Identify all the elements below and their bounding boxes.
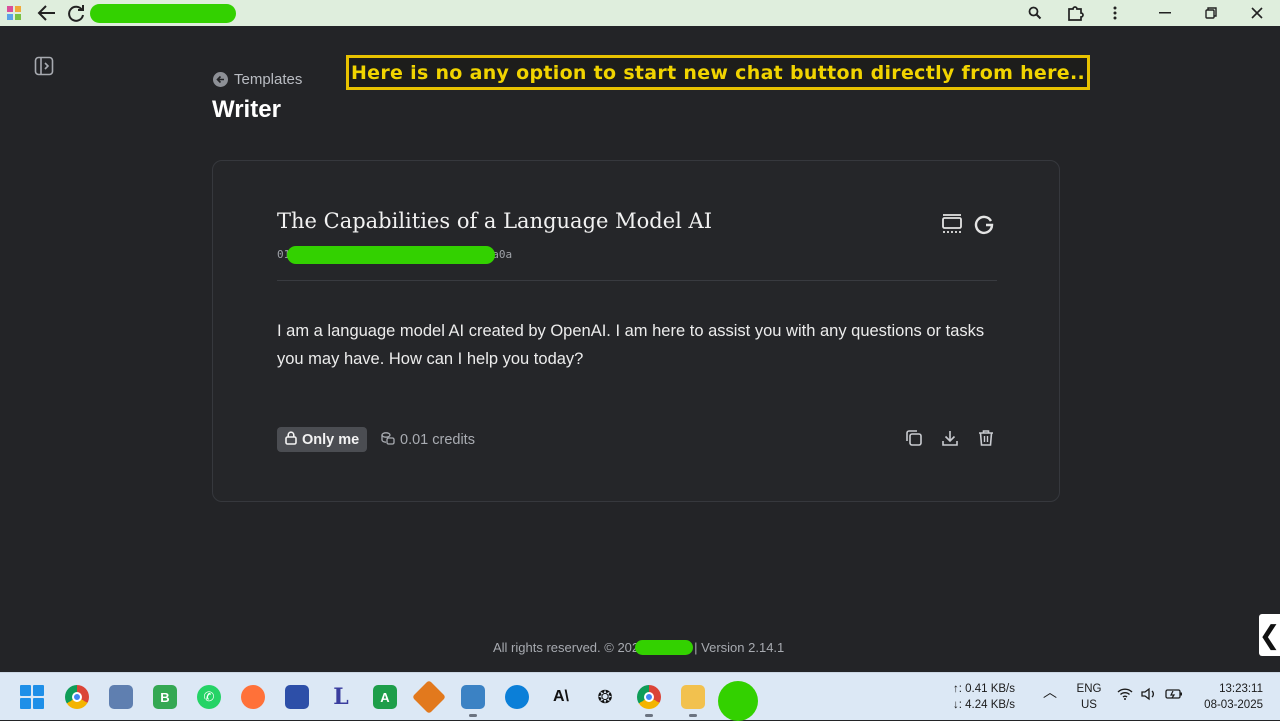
address-bar-redacted[interactable] [90,4,236,23]
close-icon[interactable] [1249,3,1265,23]
zoom-icon[interactable] [1026,3,1044,23]
footer-redaction [635,640,694,655]
restore-icon[interactable] [1203,3,1219,23]
whatsapp-business-icon[interactable]: B [153,685,177,709]
language-code[interactable]: ENG [1076,682,1102,696]
document-card: The Capabilities of a Language Model AI … [212,160,1060,502]
app-main: Templates Writer Here is no any option t… [0,26,1280,672]
l-app-icon[interactable]: L [329,684,353,710]
chrome-profile-icon[interactable] [637,685,661,709]
page-title: Writer [212,96,281,123]
wifi-icon[interactable] [1117,687,1133,705]
arrow-left-circle-icon [213,72,228,87]
coins-icon [381,431,395,449]
document-body: I am a language model AI created by Open… [277,322,985,368]
file-explorer-icon[interactable] [681,685,705,709]
running-indicator [689,714,697,717]
speaker-icon[interactable] [1141,687,1157,705]
copy-icon[interactable] [905,429,925,449]
templates-back-link[interactable]: Templates [213,71,302,88]
clock-time[interactable]: 13:23:11 [1199,682,1263,696]
notepad-icon[interactable] [109,685,133,709]
clock-date[interactable]: 08-03-2025 [1195,698,1263,712]
document-title: The Capabilities of a Language Model AI [277,209,712,233]
app-logo-icon [6,3,22,23]
reload-icon[interactable] [65,3,87,23]
download-speed: ↓: 4.24 KB/s [953,699,1016,711]
page-footer: All rights reserved. © 202 | Version 2.1… [493,640,784,655]
chatgpt-icon[interactable]: ❂ [593,685,617,709]
footer-version: | Version 2.14.1 [694,640,785,655]
text-editor-icon[interactable]: A [373,685,397,709]
anthropic-icon[interactable]: A\ [549,685,573,709]
notes-icon[interactable] [461,685,485,709]
edge-icon[interactable] [505,685,529,709]
credits-info: 0.01 credits [381,431,475,449]
chevron-up-icon[interactable]: ︿ [1043,685,1057,699]
trash-icon[interactable] [977,429,997,449]
annotation-callout: Here is no any option to start new chat … [346,55,1090,90]
regenerate-icon[interactable] [973,213,997,237]
battery-icon[interactable] [1165,688,1183,704]
arrow-left-icon[interactable] [36,3,58,23]
running-indicator [469,714,477,717]
card-divider [277,280,997,281]
document-id-redaction [287,246,495,264]
credits-label: 0.01 credits [400,432,475,448]
privacy-badge[interactable]: Only me [277,427,368,452]
browser-toolbar [0,0,1280,26]
redacted-app-icon[interactable] [718,681,758,721]
whatsapp-icon[interactable]: ✆ [197,685,221,709]
chevron-left-icon[interactable]: ❮ [1259,614,1280,656]
running-indicator [645,714,653,717]
language-region[interactable]: US [1076,698,1102,712]
sidebar-toggle-icon[interactable] [34,56,54,76]
taskbar: B ✆ L A A\ ❂ ↑: 0.41 KB/s ↓: 4.24 KB/s ︿… [0,672,1280,721]
more-vertical-icon[interactable] [1108,3,1122,23]
privacy-label: Only me [302,431,360,448]
document-app-icon[interactable] [285,685,309,709]
upload-speed: ↑: 0.41 KB/s [953,683,1016,695]
firefox-icon[interactable] [241,685,265,709]
footer-rights: All rights reserved. © 202 [493,640,640,655]
puzzle-icon[interactable] [1066,3,1086,23]
download-icon[interactable] [941,429,961,449]
minimize-icon[interactable] [1157,3,1173,23]
viewer-icon[interactable] [412,680,446,714]
back-link-label: Templates [234,71,303,88]
lock-icon [285,430,297,449]
chrome-icon[interactable] [65,685,89,709]
windows-start-icon[interactable] [20,685,44,709]
reader-view-icon[interactable] [941,213,965,237]
